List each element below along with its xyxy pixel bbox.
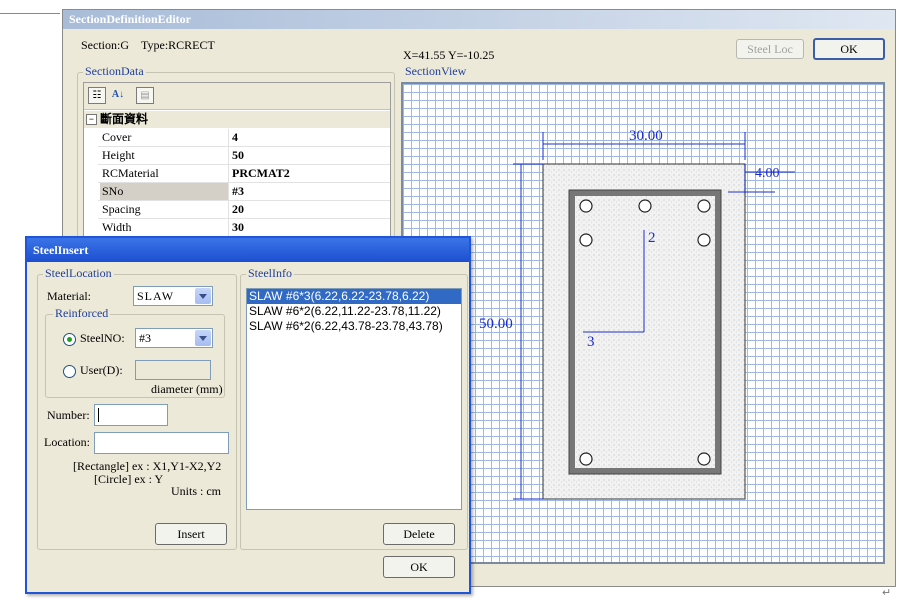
steelno-select-value: #3 bbox=[139, 331, 151, 345]
alphabetical-sort-icon[interactable]: A↓ bbox=[109, 87, 127, 104]
list-item[interactable]: SLAW #6*3(6.22,6.22-23.78,6.22) bbox=[247, 289, 461, 304]
property-value[interactable]: 50 bbox=[232, 147, 244, 164]
property-value[interactable]: 4 bbox=[232, 129, 238, 146]
property-value[interactable]: 20 bbox=[232, 201, 244, 218]
diameter-unit-label: diameter (mm) bbox=[151, 382, 223, 396]
categorized-view-icon[interactable]: ☷ bbox=[88, 87, 106, 104]
property-key: RCMaterial bbox=[100, 165, 229, 182]
location-input[interactable] bbox=[94, 432, 229, 454]
rebar bbox=[579, 199, 593, 213]
rebar bbox=[579, 452, 593, 466]
section-view-group-label: SectionView bbox=[403, 64, 469, 79]
circle-hint: [Circle] ex : Y bbox=[94, 472, 164, 486]
property-key: Height bbox=[100, 147, 229, 164]
steelno-label: SteelNO: bbox=[80, 331, 125, 345]
user-diameter-input[interactable] bbox=[135, 360, 211, 380]
number-input[interactable] bbox=[94, 404, 168, 426]
background-line bbox=[0, 13, 60, 14]
rebar bbox=[638, 199, 652, 213]
chevron-down-icon[interactable] bbox=[195, 288, 211, 304]
reinforced-group-label: Reinforced bbox=[53, 306, 111, 321]
insert-button[interactable]: Insert bbox=[155, 523, 227, 545]
property-row-width[interactable]: Width 30 bbox=[98, 219, 390, 237]
delete-button[interactable]: Delete bbox=[383, 523, 455, 545]
section-drawing bbox=[513, 132, 795, 500]
list-item[interactable]: SLAW #6*2(6.22,11.22-23.78,11.22) bbox=[247, 304, 461, 319]
steel-info-list[interactable]: SLAW #6*3(6.22,6.22-23.78,6.22) SLAW #6*… bbox=[246, 288, 462, 510]
units-label: Units : cm bbox=[171, 484, 221, 498]
return-mark-icon: ↵ bbox=[882, 587, 892, 599]
chevron-down-icon[interactable] bbox=[195, 330, 211, 346]
property-value[interactable]: PRCMAT2 bbox=[232, 165, 290, 182]
section-label: Section:G bbox=[81, 38, 129, 52]
section-view-canvas[interactable]: 30.00 4.00 50.00 2 3 bbox=[401, 82, 885, 564]
rebar bbox=[697, 199, 711, 213]
section-data-group-label: SectionData bbox=[83, 64, 146, 79]
material-label: Material: bbox=[47, 289, 91, 303]
coordinate-readout: X=41.55 Y=-10.25 bbox=[403, 48, 495, 62]
location-label: Location: bbox=[44, 435, 90, 449]
axis-3-label: 3 bbox=[587, 334, 595, 350]
collapse-icon[interactable]: − bbox=[86, 114, 97, 125]
list-item[interactable]: SLAW #6*2(6.22,43.78-23.78,43.78) bbox=[247, 319, 461, 334]
property-value[interactable]: #3 bbox=[232, 183, 244, 200]
steelno-radio[interactable] bbox=[63, 333, 76, 346]
steel-loc-button[interactable]: Steel Loc bbox=[736, 39, 804, 59]
steel-insert-dialog: SteelInsert SteelLocation Material: SLAW… bbox=[25, 236, 471, 594]
property-row-spacing[interactable]: Spacing 20 bbox=[98, 201, 390, 219]
property-grid[interactable]: ☷ A↓ ▤ − 斷面資料 Cover 4 Height 50 RCMaterial… bbox=[83, 82, 391, 254]
material-select[interactable]: SLAW bbox=[133, 286, 213, 306]
property-grid-toolbar: ☷ A↓ ▤ bbox=[84, 83, 390, 110]
material-select-value: SLAW bbox=[137, 289, 175, 303]
property-key: SNo bbox=[100, 183, 229, 200]
dialog-ok-button[interactable]: OK bbox=[383, 556, 455, 578]
user-diameter-radio[interactable] bbox=[63, 365, 76, 378]
steelno-select[interactable]: #3 bbox=[135, 328, 213, 348]
property-row-cover[interactable]: Cover 4 bbox=[98, 129, 390, 147]
text-caret bbox=[98, 408, 99, 422]
property-row-sno[interactable]: SNo #3 bbox=[98, 183, 390, 201]
property-category[interactable]: − 斷面資料 bbox=[84, 111, 390, 128]
rebar bbox=[697, 233, 711, 247]
cover-dimension-label: 4.00 bbox=[755, 166, 780, 181]
number-label: Number: bbox=[47, 408, 90, 422]
property-key: Cover bbox=[100, 129, 229, 146]
property-category-label: 斷面資料 bbox=[100, 112, 149, 126]
axis-2-label: 2 bbox=[648, 230, 656, 246]
property-key: Width bbox=[100, 219, 229, 236]
user-diameter-label: User(D): bbox=[80, 363, 123, 377]
property-pages-icon[interactable]: ▤ bbox=[136, 87, 154, 104]
property-row-height[interactable]: Height 50 bbox=[98, 147, 390, 165]
property-value[interactable]: 30 bbox=[232, 219, 244, 236]
steel-insert-title: SteelInsert bbox=[27, 238, 469, 262]
width-dimension-label: 30.00 bbox=[629, 128, 663, 144]
editor-ok-button[interactable]: OK bbox=[813, 38, 885, 60]
editor-title: SectionDefinitionEditor bbox=[63, 10, 895, 29]
rebar bbox=[579, 233, 593, 247]
height-dimension-label: 50.00 bbox=[479, 316, 513, 332]
rebar bbox=[697, 452, 711, 466]
property-row-rcmaterial[interactable]: RCMaterial PRCMAT2 bbox=[98, 165, 390, 183]
type-label: Type:RCRECT bbox=[141, 38, 215, 52]
property-key: Spacing bbox=[100, 201, 229, 218]
steel-info-group-label: SteelInfo bbox=[246, 266, 294, 281]
steel-location-group-label: SteelLocation bbox=[43, 266, 114, 281]
